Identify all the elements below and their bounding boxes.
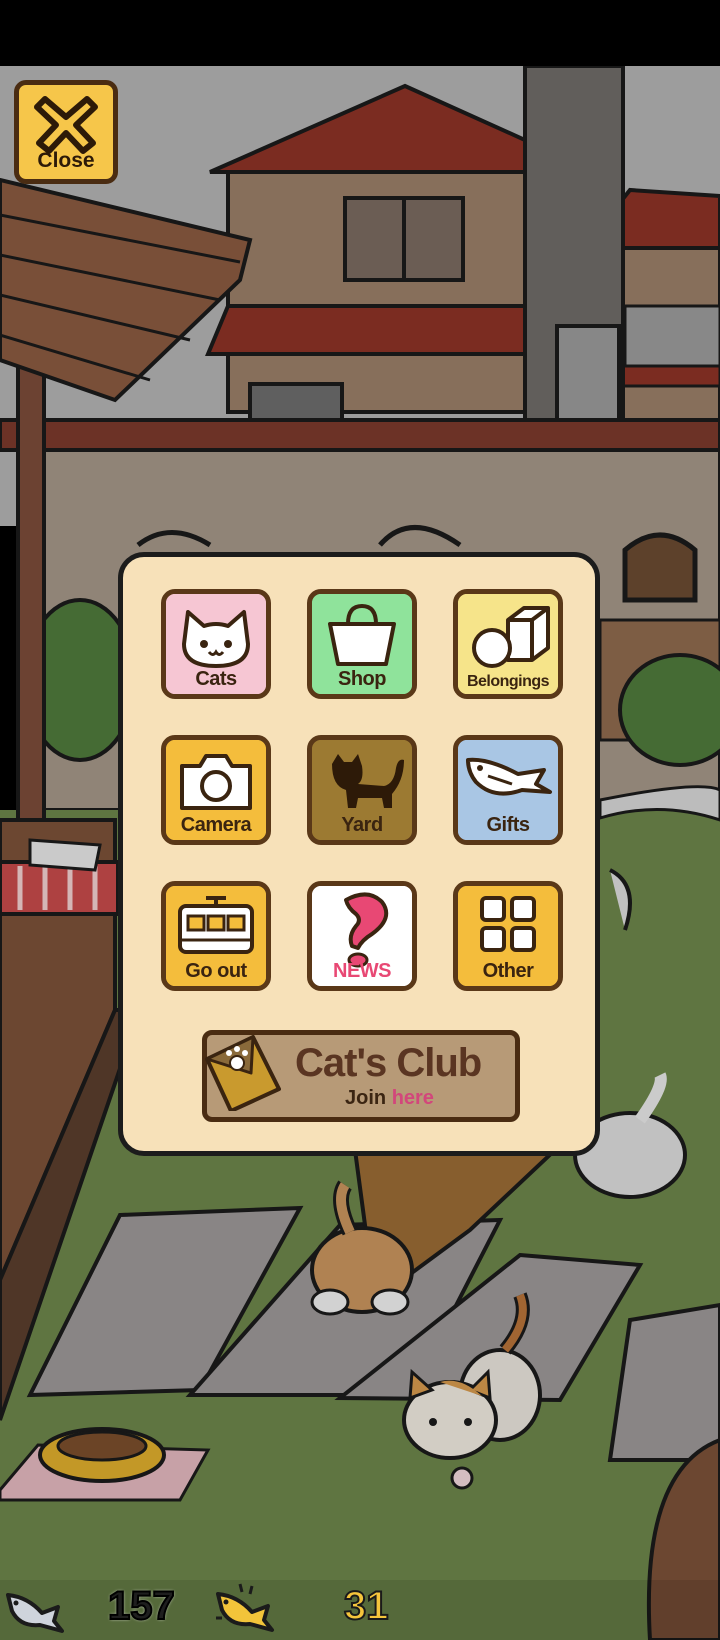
close-icon (34, 96, 98, 154)
cats-label: Cats (195, 668, 237, 690)
belongings-tile[interactable]: Belongings (453, 589, 563, 699)
camera-tile[interactable]: Camera (161, 735, 271, 845)
yard-tile[interactable]: Yard (307, 735, 417, 845)
cats-tile[interactable]: Cats (161, 589, 271, 699)
close-label: Close (37, 149, 95, 172)
shop-label: Shop (338, 668, 387, 690)
yard-label: Yard (341, 814, 383, 836)
status-bar (0, 0, 720, 66)
cats-club-here-link[interactable]: here (392, 1087, 434, 1109)
cats-club-button[interactable]: Cat's Club Join here (202, 1030, 520, 1122)
silver-fish-icon (6, 1593, 64, 1633)
shop-tile[interactable]: Shop (307, 589, 417, 699)
cats-club-join: Join here (345, 1087, 434, 1109)
go-out-label: Go out (185, 960, 247, 982)
silver-fish-count: 157 (107, 1583, 176, 1629)
other-label: Other (482, 960, 534, 982)
camera-label: Camera (180, 814, 252, 836)
gifts-tile[interactable]: Gifts (453, 735, 563, 845)
other-tile[interactable]: Other (453, 881, 563, 991)
cats-club-title: Cat's Club (295, 1041, 482, 1085)
news-tile[interactable]: NEWS (307, 881, 417, 991)
belongings-label: Belongings (466, 673, 550, 690)
envelope-paw-icon (205, 1035, 281, 1111)
gold-fish-count: 31 (343, 1583, 389, 1629)
gold-fish-icon (216, 1583, 274, 1632)
close-button[interactable]: Close (14, 80, 118, 184)
gifts-label: Gifts (486, 814, 530, 836)
go-out-tile[interactable]: Go out (161, 881, 271, 991)
news-label: NEWS (333, 960, 392, 982)
